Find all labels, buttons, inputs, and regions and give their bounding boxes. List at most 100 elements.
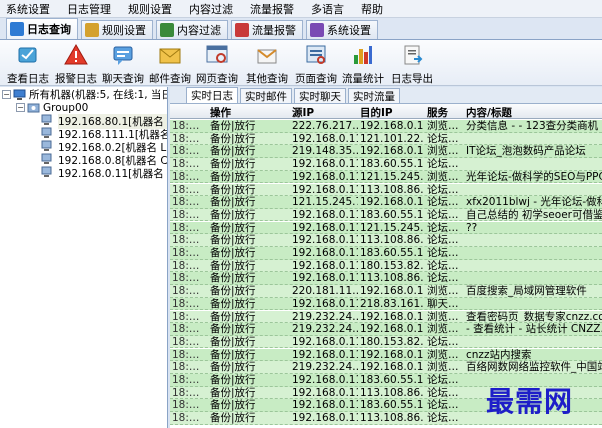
toolbar-button-8[interactable]: 日志导出 <box>386 40 438 86</box>
table-cell: 18:… <box>172 145 200 158</box>
table-row[interactable]: 18:… 备份|放行 192.168.0.11 113.108.86… 论坛… <box>170 272 602 285</box>
toolbar-button-0[interactable]: 查看日志 <box>2 40 54 86</box>
main-tab-0[interactable]: 日志查询 <box>6 18 78 39</box>
column-header-3[interactable]: 目的IP <box>360 105 424 120</box>
table-row[interactable]: 18:… 备份|放行 220.181.11… 192.168.0.11 浏览… 百度搜索_… <box>170 285 602 298</box>
table-cell: 备份|放行 <box>210 412 256 425</box>
table-cell: 192.168.0.11 <box>292 399 358 412</box>
toolbar-button-5[interactable]: 其他查询 <box>242 40 292 86</box>
table-cell: 备份|放行 <box>210 386 256 399</box>
table-cell: 论坛… <box>427 221 459 234</box>
table-cell: 121.15.245.7 <box>360 170 424 183</box>
table-row[interactable]: 18:… 备份|放行 192.168.0.11 121.101.22… 论坛… <box>170 132 602 146</box>
subtab-1[interactable]: 实时邮件 <box>240 88 292 103</box>
table-cell: 192.168.0.11 <box>360 145 424 158</box>
table-cell: 183.60.55.17 <box>360 374 424 386</box>
subtab-2[interactable]: 实时聊天 <box>294 88 346 103</box>
menu-item-2[interactable]: 规则设置 <box>128 1 172 17</box>
other-query-icon <box>254 42 280 68</box>
table-cell: 18:… <box>172 374 200 386</box>
menu-item-1[interactable]: 日志管理 <box>67 1 111 17</box>
table-row[interactable]: 18:… 备份|放行 192.168.0.11 121.15.245.7 论坛…?? <box>170 221 602 235</box>
collapse-icon[interactable]: − <box>16 103 25 112</box>
subtab-3[interactable]: 实时流量 <box>348 88 400 103</box>
main-tab-label: 内容过滤 <box>177 24 221 37</box>
table-cell: 论坛… <box>427 196 459 209</box>
column-header-2[interactable]: 源IP <box>292 105 358 120</box>
main-tab-4[interactable]: 系统设置 <box>306 20 378 39</box>
menu-item-5[interactable]: 多语言 <box>311 1 344 17</box>
table-cell: 192.168.0.11 <box>292 335 358 348</box>
toolbar-button-3[interactable]: 邮件查询 <box>148 40 192 86</box>
table-cell: 121.15.245.7 <box>292 196 358 209</box>
main-tab-label: 系统设置 <box>327 24 371 37</box>
table-cell: 219.148.35… <box>292 145 358 158</box>
table-row[interactable]: 18:… 备份|放行 121.15.245.7 192.168.0.11 论坛… xfx2… <box>170 196 602 209</box>
table-cell: 192.168.0.11 <box>360 348 424 361</box>
main-tab-1[interactable]: 规则设置 <box>81 20 153 39</box>
menu-item-4[interactable]: 流量报警 <box>250 1 294 17</box>
table-cell: 备份|放行 <box>210 335 256 348</box>
toolbar-button-4[interactable]: 网页查询 <box>192 40 242 86</box>
menu-item-0[interactable]: 系统设置 <box>6 1 50 17</box>
table-cell: 聊天… <box>427 297 459 310</box>
subtab-0[interactable]: 实时日志 <box>186 87 238 103</box>
toolbar-button-label: 页面查询 <box>295 73 337 85</box>
table-row[interactable]: 18:… 备份|放行 192.168.0.11 180.153.82… 论坛… <box>170 259 602 273</box>
table-cell: 192.168.0.11 <box>292 348 358 361</box>
table-cell: 18:… <box>172 323 200 336</box>
table-row[interactable]: 18:… 备份|放行 192.168.0.11 183.60.55.17 论坛… <box>170 158 602 171</box>
table-row[interactable]: 18:… 备份|放行 219.232.24… 192.168.0.11 浏览… 查看密码页… <box>170 310 602 323</box>
table-row[interactable]: 18:… 备份|放行 219.232.24… 192.168.0.11 浏览… - 查看… <box>170 323 602 336</box>
table-cell: 备份|放行 <box>210 310 256 323</box>
table-cell: 论坛… <box>427 259 459 272</box>
table-row[interactable]: 18:… 备份|放行 192.168.0.11 192.168.0.11 浏览… cnzz… <box>170 348 602 362</box>
column-header-5[interactable]: 内容/标题 <box>466 105 602 120</box>
main-tab-bar: 日志查询 规则设置 内容过滤 流量报警 系统设置 <box>0 18 602 40</box>
log-query-icon <box>10 22 24 36</box>
column-header-1[interactable]: 操作 <box>210 105 288 120</box>
table-cell: 备份|放行 <box>210 297 256 310</box>
settings-icon <box>310 23 324 37</box>
table-cell: 192.168.0.11 <box>292 386 358 399</box>
watermark-text: 最需网 <box>486 385 574 418</box>
table-row[interactable]: 18:… 备份|放行 192.168.0.11 113.108.86… 论坛… <box>170 183 602 196</box>
table-row[interactable]: 18:… 备份|放行 219.232.24… 192.168.0.11 浏览… 百络网数网… <box>170 361 602 374</box>
table-cell: 备份|放行 <box>210 120 256 132</box>
collapse-icon[interactable]: − <box>2 90 11 99</box>
menu-item-6[interactable]: 帮助 <box>361 1 383 17</box>
main-tab-2[interactable]: 内容过滤 <box>156 20 228 39</box>
table-row[interactable]: 18:… 备份|放行 222.76.217… 192.168.0.11 浏览… 分类信息 … <box>170 120 602 133</box>
table-row[interactable]: 18:… 备份|放行 192.168.0.11 113.108.86… 论坛… <box>170 234 602 247</box>
table-cell: 论坛… <box>427 158 459 171</box>
toolbar-button-7[interactable]: 流量统计 <box>340 40 386 86</box>
table-cell: 183.60.55.17 <box>360 208 424 221</box>
table-row[interactable]: 18:… 备份|放行 192.168.0.11 218.83.161… 聊天… <box>170 297 602 311</box>
table-cell: 180.153.82… <box>360 259 424 272</box>
tree-root[interactable]: − 所有机器(机器:5, 在线:1, 当日… <box>2 88 167 101</box>
toolbar-button-2[interactable]: 聊天查询 <box>98 40 148 86</box>
table-cell: 192.168.0.11 <box>292 297 358 310</box>
tree-machine-4[interactable]: 192.168.0.11[机器名 PC <box>40 166 167 180</box>
column-header-4[interactable]: 服务 <box>427 105 463 120</box>
toolbar-button-1[interactable]: 报警日志 <box>54 40 98 86</box>
table-cell: 备份|放行 <box>210 196 256 209</box>
table-row[interactable]: 18:… 备份|放行 219.148.35… 192.168.0.11 浏览… IT论坛_… <box>170 145 602 158</box>
table-row[interactable]: 18:… 备份|放行 192.168.0.11 180.153.82… 论坛… <box>170 335 602 349</box>
table-cell: 121.101.22… <box>360 132 424 145</box>
table-row[interactable]: 18:… 备份|放行 192.168.0.11 121.15.245.7 浏览… 光年论坛… <box>170 170 602 184</box>
table-cell: 192.168.0.11 <box>360 361 424 374</box>
toolbar-button-label: 其他查询 <box>246 73 288 85</box>
tree-group[interactable]: − Group00 <box>16 101 88 114</box>
toolbar-button-label: 日志导出 <box>391 73 433 85</box>
menu-item-3[interactable]: 内容过滤 <box>189 1 233 17</box>
table-cell: 18:… <box>172 221 200 234</box>
table-row[interactable]: 18:… 备份|放行 192.168.0.11 183.60.55.17 论坛… <box>170 247 602 260</box>
table-cell: 百度搜索_局域网管理软件 <box>466 285 587 298</box>
table-row[interactable]: 18:… 备份|放行 192.168.0.11 183.60.55.17 论坛… 自己总结… <box>170 208 602 222</box>
main-tab-3[interactable]: 流量报警 <box>231 20 303 39</box>
table-cell: 18:… <box>172 170 200 183</box>
table-cell: 18:… <box>172 132 200 145</box>
rules-icon <box>85 23 99 37</box>
toolbar-button-6[interactable]: 页面查询 <box>292 40 340 86</box>
